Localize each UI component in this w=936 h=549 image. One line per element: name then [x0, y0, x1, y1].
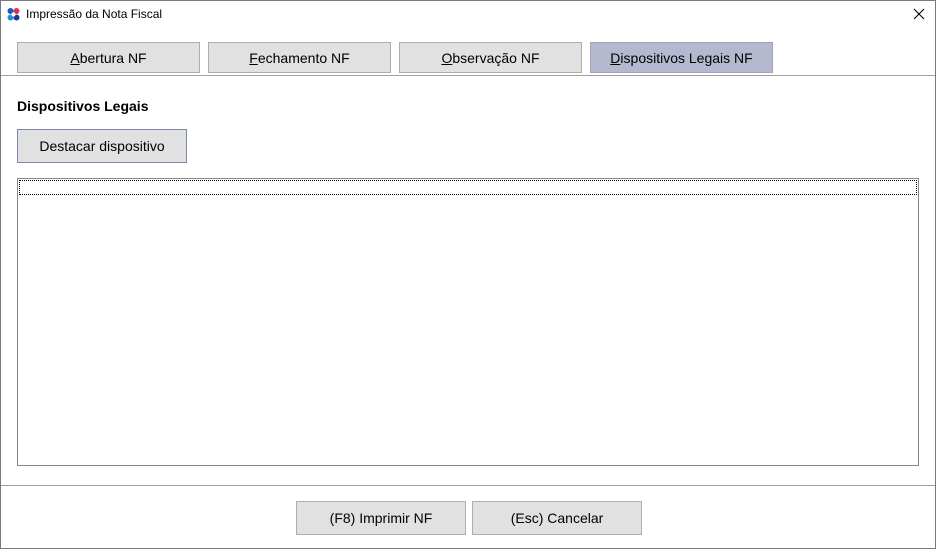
tab-fechamento-nf[interactable]: Fechamento NF [208, 42, 391, 73]
tab-divider [1, 75, 935, 76]
title-bar: Impressão da Nota Fiscal [1, 1, 935, 29]
legal-provisions-list[interactable] [17, 178, 919, 466]
tab-label: echamento NF [257, 49, 350, 66]
section-title: Dispositivos Legais [17, 98, 149, 114]
tab-mnemonic: F [249, 49, 258, 66]
app-logo-icon [6, 7, 21, 22]
tab-mnemonic: O [441, 49, 453, 66]
print-button[interactable]: (F8) Imprimir NF [296, 501, 466, 535]
cancel-button[interactable]: (Esc) Cancelar [472, 501, 642, 535]
tab-mnemonic: D [610, 49, 621, 66]
tab-abertura-nf[interactable]: Abertura NF [17, 42, 200, 73]
tab-label: bservação NF [452, 49, 540, 66]
tab-bar: Abertura NF Fechamento NF Observação NF … [1, 42, 935, 76]
list-item-focused[interactable] [19, 180, 917, 195]
close-button[interactable] [903, 1, 935, 29]
tab-label: bertura NF [79, 49, 147, 66]
tab-observacao-nf[interactable]: Observação NF [399, 42, 582, 73]
tab-mnemonic: A [70, 49, 80, 66]
close-icon [913, 7, 925, 23]
tab-dispositivos-legais-nf[interactable]: Dispositivos Legais NF [590, 42, 773, 73]
destacar-dispositivo-button[interactable]: Destacar dispositivo [17, 129, 187, 163]
window-title: Impressão da Nota Fiscal [26, 7, 163, 21]
tab-label: ispositivos Legais NF [620, 49, 753, 66]
footer-divider [1, 485, 935, 486]
print-invoice-dialog: Impressão da Nota Fiscal Abertura NF Fec… [0, 0, 936, 549]
